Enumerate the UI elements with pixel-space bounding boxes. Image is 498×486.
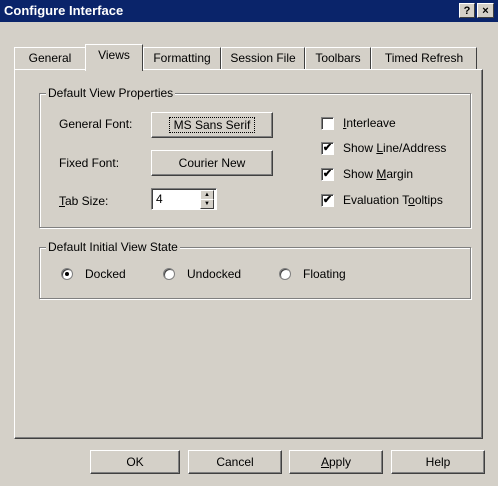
- window-title: Configure Interface: [4, 3, 124, 18]
- cb-label-post: nterleave: [346, 116, 396, 130]
- cb-label-mnemonic: M: [376, 167, 387, 181]
- general-font-button[interactable]: MS Sans Serif: [151, 112, 273, 138]
- close-button[interactable]: ×: [477, 3, 494, 18]
- undocked-radio[interactable]: [163, 268, 175, 280]
- docked-label: Docked: [85, 267, 126, 281]
- tab-general[interactable]: General: [14, 47, 86, 69]
- tab-size-value: 4: [156, 192, 163, 206]
- tab-size-label: Tab Size:: [59, 194, 108, 208]
- configure-interface-dialog: Configure Interface ? × General Views Fo…: [0, 0, 498, 486]
- check-mark-icon: ✔: [322, 194, 333, 206]
- help-dialog-button[interactable]: Help: [391, 450, 485, 474]
- group-label-view-properties: Default View Properties: [46, 86, 176, 100]
- floating-label: Floating: [303, 267, 346, 281]
- spin-down-icon[interactable]: ▼: [200, 199, 214, 209]
- general-font-label: General Font:: [59, 117, 133, 131]
- help-button[interactable]: ?: [459, 3, 475, 18]
- evaluation-tooltips-label: Evaluation Tooltips: [343, 193, 443, 207]
- show-margin-checkbox[interactable]: ✔: [321, 168, 334, 181]
- general-font-value: MS Sans Serif: [168, 117, 256, 133]
- evaluation-tooltips-checkbox[interactable]: ✔: [321, 194, 334, 207]
- show-margin-label: Show Margin: [343, 167, 413, 181]
- interleave-checkbox[interactable]: [321, 117, 334, 130]
- cb-label-mnemonic: o: [408, 193, 415, 207]
- tab-session-file[interactable]: Session File: [221, 47, 305, 69]
- check-mark-icon: ✔: [322, 142, 333, 154]
- tab-toolbars[interactable]: Toolbars: [305, 47, 371, 69]
- cb-label-pre: Evaluation T: [343, 193, 409, 207]
- tab-size-label-post: ab Size:: [65, 194, 109, 208]
- apply-button[interactable]: Apply: [289, 450, 383, 474]
- radio-dot-icon: [65, 272, 69, 276]
- tab-formatting[interactable]: Formatting: [143, 47, 221, 69]
- cb-label-pre: Show: [343, 167, 377, 181]
- interleave-label: Interleave: [343, 116, 396, 130]
- floating-radio[interactable]: [279, 268, 291, 280]
- apply-mnemonic: A: [320, 455, 329, 469]
- tab-views[interactable]: Views: [85, 44, 143, 71]
- title-bar[interactable]: Configure Interface ? ×: [0, 0, 498, 22]
- check-mark-icon: ✔: [322, 168, 333, 180]
- cb-label-post: oltips: [414, 193, 443, 207]
- show-line-address-label: Show Line/Address: [343, 141, 446, 155]
- cancel-button[interactable]: Cancel: [188, 450, 282, 474]
- cb-label-post: ine/Address: [383, 141, 447, 155]
- views-tab-panel: Default View Properties General Font: MS…: [14, 69, 483, 439]
- apply-label-post: pply: [329, 455, 352, 469]
- group-label-view-state: Default Initial View State: [46, 240, 180, 254]
- tab-timed-refresh[interactable]: Timed Refresh: [371, 47, 477, 69]
- tab-size-input[interactable]: 4 ▲ ▼: [151, 188, 217, 210]
- ok-button[interactable]: OK: [90, 450, 180, 474]
- cb-label-post: argin: [386, 167, 414, 181]
- cb-label-pre: Show: [343, 141, 377, 155]
- docked-radio[interactable]: [61, 268, 73, 280]
- undocked-label: Undocked: [187, 267, 242, 281]
- fixed-font-button[interactable]: Courier New: [151, 150, 273, 176]
- show-line-address-checkbox[interactable]: ✔: [321, 142, 334, 155]
- fixed-font-label: Fixed Font:: [59, 156, 120, 170]
